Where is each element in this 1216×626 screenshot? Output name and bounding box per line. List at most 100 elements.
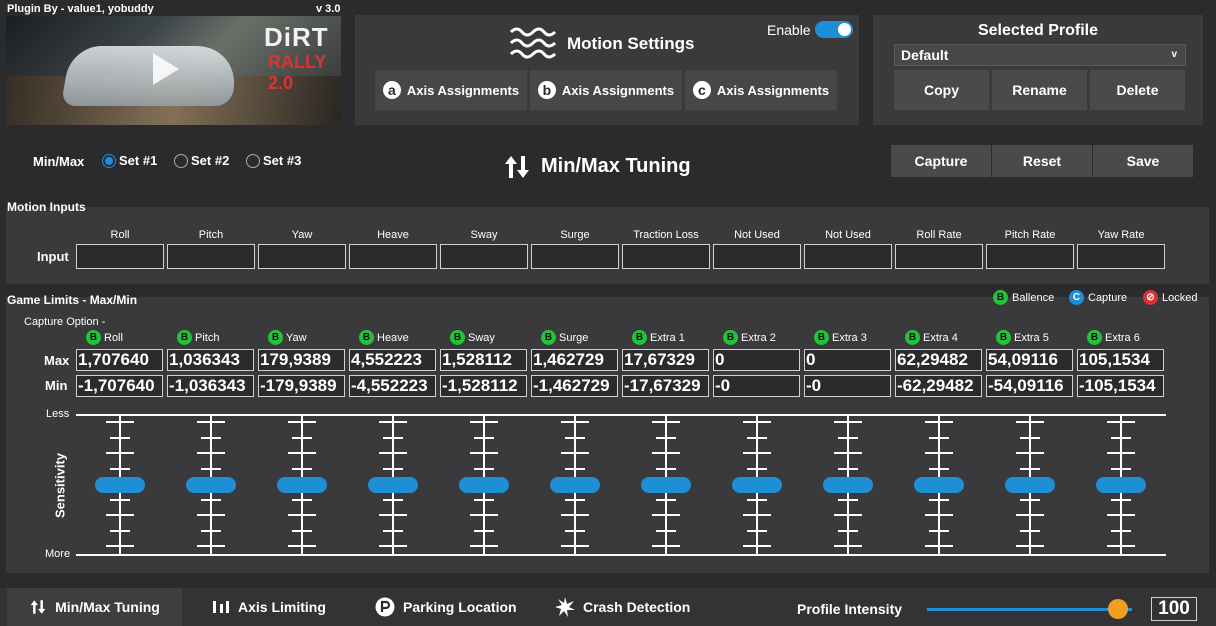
sensitivity-slider-thumb[interactable] <box>550 477 600 493</box>
limit-column-header[interactable]: B Roll <box>86 330 123 345</box>
max-value-field[interactable]: 4,552223 <box>349 349 436 371</box>
sensitivity-tick <box>656 499 676 501</box>
max-value-field[interactable]: 0 <box>804 349 891 371</box>
sensitivity-slider-thumb[interactable] <box>186 477 236 493</box>
max-value-field[interactable]: 1,462729 <box>531 349 618 371</box>
sensitivity-slider-thumb[interactable] <box>1096 477 1146 493</box>
rename-profile-button[interactable]: Rename <box>992 70 1087 110</box>
ballence-icon[interactable]: B <box>268 330 283 345</box>
ballence-icon[interactable]: B <box>814 330 829 345</box>
set-2-radio[interactable]: Set #2 <box>174 153 229 168</box>
sensitivity-tick <box>474 499 494 501</box>
reset-button[interactable]: Reset <box>992 145 1092 177</box>
tab-axis-limiting[interactable]: Axis Limiting <box>212 588 326 626</box>
ballence-icon[interactable]: B <box>450 330 465 345</box>
axis-button-label: Axis Assignments <box>716 82 830 98</box>
limit-column-header[interactable]: B Extra 2 <box>723 330 776 345</box>
limit-column-header[interactable]: B Yaw <box>268 330 307 345</box>
tab-minmax-tuning[interactable]: Min/Max Tuning <box>7 588 182 626</box>
capture-button[interactable]: Capture <box>891 145 991 177</box>
play-icon[interactable] <box>153 53 179 85</box>
sensitivity-tick <box>110 499 130 501</box>
min-value-field[interactable]: -0 <box>804 375 891 397</box>
limit-column-header[interactable]: B Extra 3 <box>814 330 867 345</box>
axis-assignments-c-button[interactable]: c Axis Assignments <box>685 70 837 110</box>
ballence-icon[interactable]: B <box>541 330 556 345</box>
max-value-field[interactable]: 1,707640 <box>76 349 163 371</box>
limit-column-header[interactable]: B Surge <box>541 330 588 345</box>
max-value-field[interactable]: 1,036343 <box>167 349 254 371</box>
max-value-field[interactable]: 179,9389 <box>258 349 345 371</box>
enable-toggle[interactable] <box>815 21 853 38</box>
ballence-icon[interactable]: B <box>86 330 101 345</box>
sensitivity-tick <box>1107 514 1135 516</box>
sensitivity-slider-thumb[interactable] <box>95 477 145 493</box>
limit-column-header[interactable]: B Sway <box>450 330 495 345</box>
min-value-field[interactable]: -0 <box>713 375 800 397</box>
limit-column-header[interactable]: B Extra 6 <box>1087 330 1140 345</box>
sensitivity-slider-thumb[interactable] <box>914 477 964 493</box>
limit-column-header[interactable]: B Extra 5 <box>996 330 1049 345</box>
letter-b-icon: b <box>537 81 556 99</box>
max-value-field[interactable]: 1,528112 <box>440 349 527 371</box>
sensitivity-tick <box>1111 437 1131 439</box>
limit-column-name: Surge <box>559 331 589 344</box>
sensitivity-slider-thumb[interactable] <box>277 477 327 493</box>
ballence-icon[interactable]: B <box>905 330 920 345</box>
axis-assignments-b-button[interactable]: b Axis Assignments <box>530 70 682 110</box>
ballence-icon[interactable]: B <box>723 330 738 345</box>
sensitivity-tick <box>201 437 221 439</box>
min-value-field[interactable]: -1,036343 <box>167 375 254 397</box>
min-value-field[interactable]: -1,707640 <box>76 375 163 397</box>
copy-profile-button[interactable]: Copy <box>894 70 989 110</box>
max-value-field[interactable]: 54,09116 <box>986 349 1073 371</box>
set-1-radio[interactable]: Set #1 <box>102 153 157 168</box>
ballence-icon[interactable]: B <box>632 330 647 345</box>
input-value-box <box>895 244 983 269</box>
tab-parking-location[interactable]: Parking Location <box>375 588 517 626</box>
ballence-icon[interactable]: B <box>996 330 1011 345</box>
input-value-box <box>531 244 619 269</box>
sensitivity-slider-thumb[interactable] <box>641 477 691 493</box>
min-value-field[interactable]: -17,67329 <box>622 375 709 397</box>
max-value-field[interactable]: 17,67329 <box>622 349 709 371</box>
sensitivity-slider-thumb[interactable] <box>823 477 873 493</box>
max-value-field[interactable]: 105,1534 <box>1077 349 1164 371</box>
ballence-icon[interactable]: B <box>177 330 192 345</box>
min-value-field[interactable]: -4,552223 <box>349 375 436 397</box>
set-3-radio[interactable]: Set #3 <box>246 153 301 168</box>
min-value-field[interactable]: -1,462729 <box>531 375 618 397</box>
profile-intensity-slider[interactable] <box>927 608 1132 611</box>
limit-column-header[interactable]: B Extra 1 <box>632 330 685 345</box>
profile-intensity-value[interactable]: 100 <box>1151 597 1197 621</box>
input-column-header: Surge <box>560 229 590 241</box>
limit-column-header[interactable]: B Extra 4 <box>905 330 958 345</box>
sensitivity-slider-thumb[interactable] <box>368 477 418 493</box>
max-value-field[interactable]: 62,29482 <box>895 349 982 371</box>
limit-column-header[interactable]: B Pitch <box>177 330 219 345</box>
input-value-box <box>804 244 892 269</box>
sensitivity-tick <box>474 468 494 470</box>
game-banner[interactable]: DiRT RALLY 2.0 <box>6 16 341 125</box>
max-value-field[interactable]: 0 <box>713 349 800 371</box>
min-value-field[interactable]: -54,09116 <box>986 375 1073 397</box>
save-button[interactable]: Save <box>1093 145 1193 177</box>
sensitivity-slider-thumb[interactable] <box>459 477 509 493</box>
tab-crash-detection[interactable]: Crash Detection <box>555 588 690 626</box>
radio-dot <box>246 153 260 168</box>
profile-dropdown[interactable]: Default v <box>894 44 1186 66</box>
delete-profile-button[interactable]: Delete <box>1090 70 1185 110</box>
sensitivity-top-line <box>76 414 1166 416</box>
min-value-field[interactable]: -105,1534 <box>1077 375 1164 397</box>
sensitivity-slider-thumb[interactable] <box>732 477 782 493</box>
sensitivity-tick <box>201 468 221 470</box>
sensitivity-slider-thumb[interactable] <box>1005 477 1055 493</box>
min-value-field[interactable]: -62,29482 <box>895 375 982 397</box>
profile-intensity-knob[interactable] <box>1108 599 1128 619</box>
min-value-field[interactable]: -179,9389 <box>258 375 345 397</box>
ballence-icon[interactable]: B <box>359 330 374 345</box>
ballence-icon[interactable]: B <box>1087 330 1102 345</box>
axis-assignments-a-button[interactable]: a Axis Assignments <box>375 70 527 110</box>
min-value-field[interactable]: -1,528112 <box>440 375 527 397</box>
limit-column-header[interactable]: B Heave <box>359 330 409 345</box>
